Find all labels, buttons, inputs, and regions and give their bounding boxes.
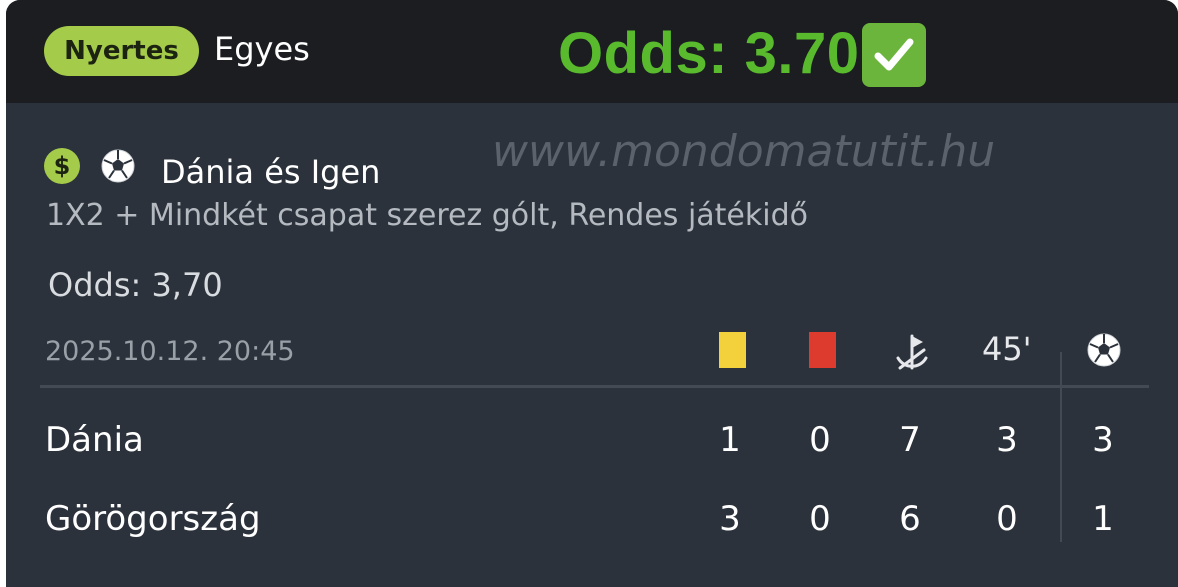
market-description: 1X2 + Mindkét csapat szerez gólt, Rendes… [46,198,808,233]
corners-value: 6 [899,499,921,539]
selection-title: Dánia és Igen [161,153,381,191]
red-cards-value: 0 [809,499,831,539]
goals-value: 1 [1092,499,1114,539]
halftime-value: 3 [996,420,1018,460]
goals-column-icon [1086,332,1122,372]
team-name: Dánia [45,420,144,460]
halftime-value: 0 [996,499,1018,539]
corner-flag-icon [890,332,934,376]
watermark-text: www.mondomatutit.hu [492,126,996,177]
yellow-cards-value: 3 [719,499,741,539]
check-mark-icon [861,22,926,87]
column-divider [1060,352,1062,542]
status-badge: Nyertes [44,26,199,76]
goals-value: 3 [1092,420,1114,460]
bet-card[interactable]: Nyertes Egyes Odds: 3.70 $ Dánia és Igen… [6,0,1178,587]
selection-odds: Odds: 3,70 [48,266,223,304]
minute-column-header: 45' [982,330,1032,368]
yellow-card-icon [719,332,746,368]
red-cards-value: 0 [809,420,831,460]
table-divider [40,385,1149,388]
red-card-icon [809,332,836,368]
odds-banner-text: Odds: 3.70 [558,21,860,86]
soccer-ball-icon [100,148,136,188]
yellow-cards-value: 1 [719,420,741,460]
team-name: Görögország [45,499,261,539]
bet-type-label: Egyes [214,30,310,68]
bet-header: Nyertes Egyes Odds: 3.70 [6,0,1178,103]
dollar-icon: $ [44,148,80,184]
corners-value: 7 [899,420,921,460]
odds-banner: Odds: 3.70 [558,20,926,87]
match-datetime: 2025.10.12. 20:45 [45,336,295,367]
